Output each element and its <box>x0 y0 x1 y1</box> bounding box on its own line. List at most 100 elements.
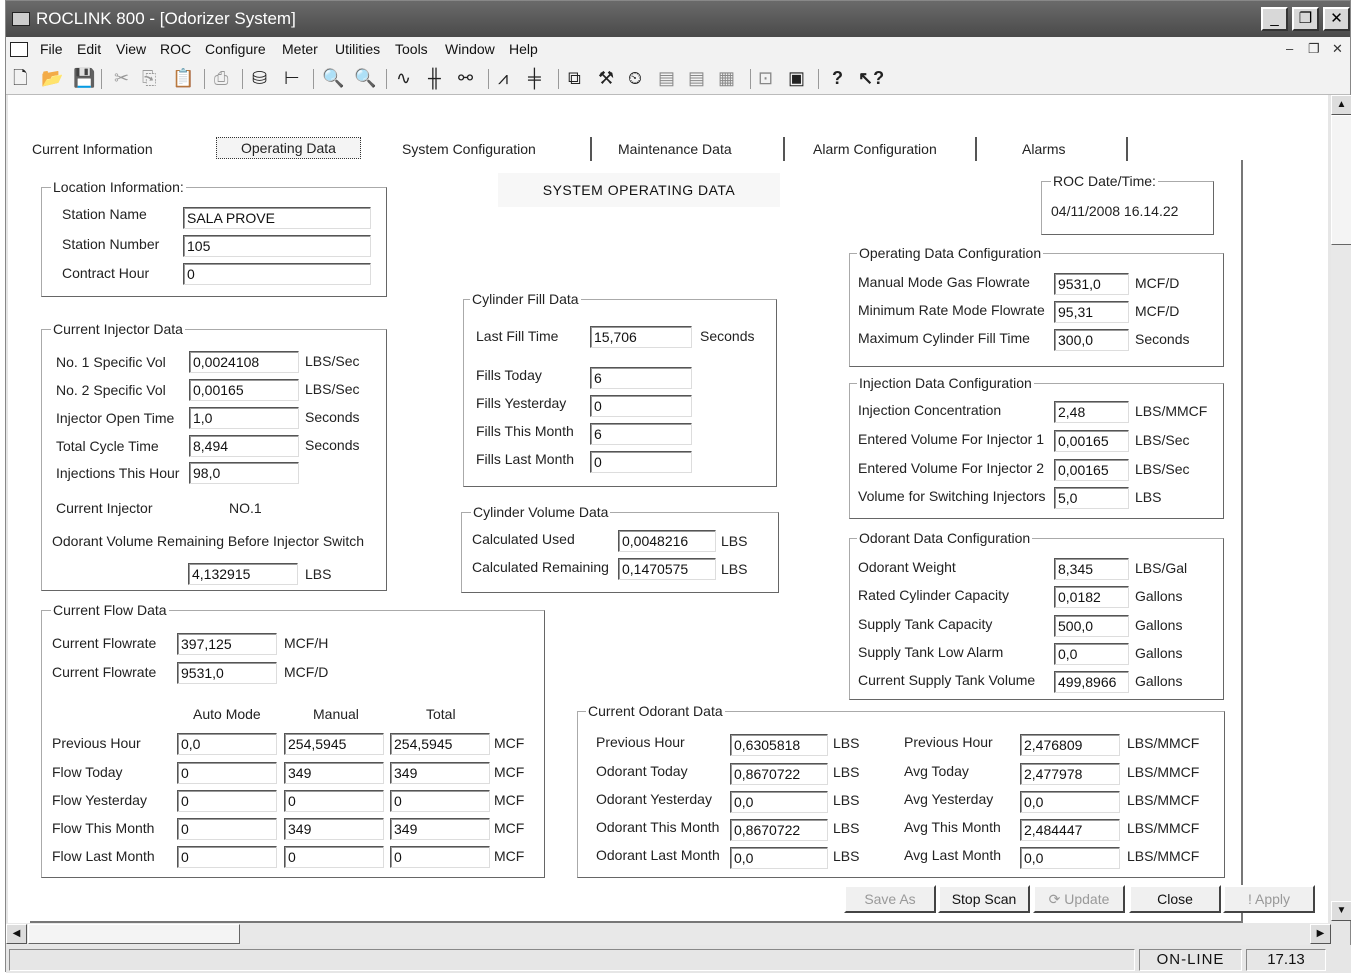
odor-config-row-field[interactable]: 499,8966 <box>1054 671 1129 693</box>
fill-row-field[interactable]: 6 <box>590 423 692 445</box>
flow-auto-field[interactable]: 0 <box>177 762 277 784</box>
odorant-right-field[interactable]: 2,477978 <box>1020 763 1120 785</box>
help-icon[interactable]: ? <box>832 67 843 89</box>
volume-row-field[interactable]: 0,0048216 <box>618 530 716 552</box>
trend-icon[interactable]: ⩘ <box>498 67 508 89</box>
save-icon[interactable]: 💾 <box>73 67 95 89</box>
cut-icon[interactable]: ✂ <box>114 67 129 89</box>
flow-auto-field[interactable]: 0,0 <box>177 733 277 755</box>
display2-icon[interactable]: ▤ <box>688 67 705 89</box>
inj-config-row-field[interactable]: 2,48 <box>1054 401 1129 423</box>
flowrate-d-field[interactable]: 9531,0 <box>177 662 277 684</box>
tools-icon[interactable]: ⚒ <box>598 67 614 89</box>
restore-icon[interactable]: ❐ <box>1292 7 1319 31</box>
odorant-left-field[interactable]: 0,0 <box>730 847 828 869</box>
inj-config-row-field[interactable]: 0,00165 <box>1054 430 1129 452</box>
mdi-minimize-icon[interactable]: – <box>1286 37 1293 61</box>
mdi-close-icon[interactable]: ✕ <box>1332 37 1343 61</box>
flow-total-field[interactable]: 254,5945 <box>390 733 490 755</box>
injector-row-field[interactable]: 98,0 <box>189 462 299 484</box>
horizontal-scrollbar[interactable]: ◀ ▶ <box>6 923 1331 945</box>
tab-maintenance-data[interactable]: Maintenance Data <box>608 137 785 161</box>
tab-alarm-configuration[interactable]: Alarm Configuration <box>803 137 977 161</box>
odorant-left-field[interactable]: 0,6305818 <box>730 734 828 756</box>
zoom-in-icon[interactable]: 🔍 <box>322 67 344 89</box>
station-number-field[interactable]: 105 <box>183 235 371 257</box>
menu-view[interactable]: View <box>116 37 146 61</box>
fill-row-field[interactable]: 6 <box>590 367 692 389</box>
station-name-field[interactable]: SALA PROVE <box>183 207 371 229</box>
flow-total-field[interactable]: 349 <box>390 818 490 840</box>
injector-row-field[interactable]: 1,0 <box>189 407 299 429</box>
tab-alarms[interactable]: Alarms <box>1012 137 1128 161</box>
fill-row-field[interactable]: 0 <box>590 395 692 417</box>
flow-auto-field[interactable]: 0 <box>177 790 277 812</box>
meter-icon[interactable]: ∿ <box>396 67 411 89</box>
report-icon[interactable]: ▣ <box>788 67 805 89</box>
odor-config-row-field[interactable]: 0,0 <box>1054 643 1129 665</box>
inj-config-row-field[interactable]: 5,0 <box>1054 487 1129 509</box>
minimize-icon[interactable]: _ <box>1261 7 1288 31</box>
flow-auto-field[interactable]: 0 <box>177 818 277 840</box>
inj-config-row-field[interactable]: 0,00165 <box>1054 459 1129 481</box>
menu-window[interactable]: Window <box>445 37 495 61</box>
close-icon[interactable]: ✕ <box>1323 7 1350 31</box>
volume-row-field[interactable]: 0,1470575 <box>618 558 716 580</box>
network-icon[interactable]: ⧉ <box>568 67 581 89</box>
display-icon[interactable]: ▤ <box>658 67 675 89</box>
flow-manual-field[interactable]: 0 <box>284 846 384 868</box>
flow-total-field[interactable]: 349 <box>390 762 490 784</box>
injector-row-field[interactable]: 8,494 <box>189 435 299 457</box>
remaining-field[interactable]: 4,132915 <box>188 563 298 585</box>
menu-tools[interactable]: Tools <box>395 37 428 61</box>
tab-system-configuration[interactable]: System Configuration <box>392 137 592 161</box>
save-as-button[interactable]: Save As <box>844 885 936 913</box>
odorant-left-field[interactable]: 0,8670722 <box>730 819 828 841</box>
injector-row-field[interactable]: 0,00165 <box>189 379 299 401</box>
flow-manual-field[interactable]: 0 <box>284 790 384 812</box>
horizontal-scroll-thumb[interactable] <box>28 924 240 944</box>
paste-icon[interactable]: 📋 <box>172 67 194 89</box>
scroll-left-icon[interactable]: ◀ <box>6 924 27 944</box>
flow-auto-field[interactable]: 0 <box>177 846 277 868</box>
menu-roc[interactable]: ROC <box>160 37 191 61</box>
odor-config-row-field[interactable]: 0,0182 <box>1054 586 1129 608</box>
pid-icon[interactable]: ╪ <box>528 67 541 89</box>
flow-manual-field[interactable]: 349 <box>284 762 384 784</box>
last-fill-field[interactable]: 15,706 <box>590 326 692 348</box>
print-icon[interactable]: ⎙ <box>214 67 228 89</box>
scroll-up-icon[interactable]: ▲ <box>1331 95 1351 115</box>
odor-config-row-field[interactable]: 8,345 <box>1054 558 1129 580</box>
stop-scan-button[interactable]: Stop Scan <box>938 885 1030 913</box>
odorant-right-field[interactable]: 2,476809 <box>1020 734 1120 756</box>
display3-icon[interactable]: ▦ <box>718 67 735 89</box>
vertical-scroll-thumb[interactable] <box>1331 115 1351 245</box>
mdi-restore-icon[interactable]: ❐ <box>1308 37 1320 61</box>
vertical-scrollbar[interactable]: ▲ ▼ <box>1331 95 1351 921</box>
update-button[interactable]: ⟳ Update <box>1033 885 1125 913</box>
chart-icon[interactable]: ⊡ <box>758 67 773 89</box>
flow-total-field[interactable]: 0 <box>390 790 490 812</box>
op-config-row-field[interactable]: 9531,0 <box>1054 273 1129 295</box>
odorant-right-field[interactable]: 2,484447 <box>1020 819 1120 841</box>
injector-row-field[interactable]: 0,0024108 <box>189 351 299 373</box>
scroll-right-icon[interactable]: ▶ <box>1310 924 1331 944</box>
connect-icon[interactable]: ⛁ <box>252 67 267 89</box>
new-icon[interactable]: 🗋 <box>13 67 27 89</box>
close-button[interactable]: Close <box>1129 885 1221 913</box>
menu-utilities[interactable]: Utilities <box>335 37 380 61</box>
odor-config-row-field[interactable]: 500,0 <box>1054 615 1129 637</box>
contract-hour-field[interactable]: 0 <box>183 263 371 285</box>
apply-button[interactable]: ! Apply <box>1223 885 1315 913</box>
odorant-right-field[interactable]: 0,0 <box>1020 847 1120 869</box>
menu-configure[interactable]: Configure <box>205 37 266 61</box>
flowrate-h-field[interactable]: 397,125 <box>177 633 277 655</box>
menu-file[interactable]: File <box>40 37 63 61</box>
open-icon[interactable]: 📂 <box>41 67 63 89</box>
menu-help[interactable]: Help <box>509 37 538 61</box>
io-icon[interactable]: ╫ <box>428 67 441 89</box>
odorant-left-field[interactable]: 0,0 <box>730 791 828 813</box>
tab-operating-data[interactable]: Operating Data <box>216 137 361 159</box>
clock-icon[interactable]: ⏲ <box>628 67 642 89</box>
flow-manual-field[interactable]: 254,5945 <box>284 733 384 755</box>
